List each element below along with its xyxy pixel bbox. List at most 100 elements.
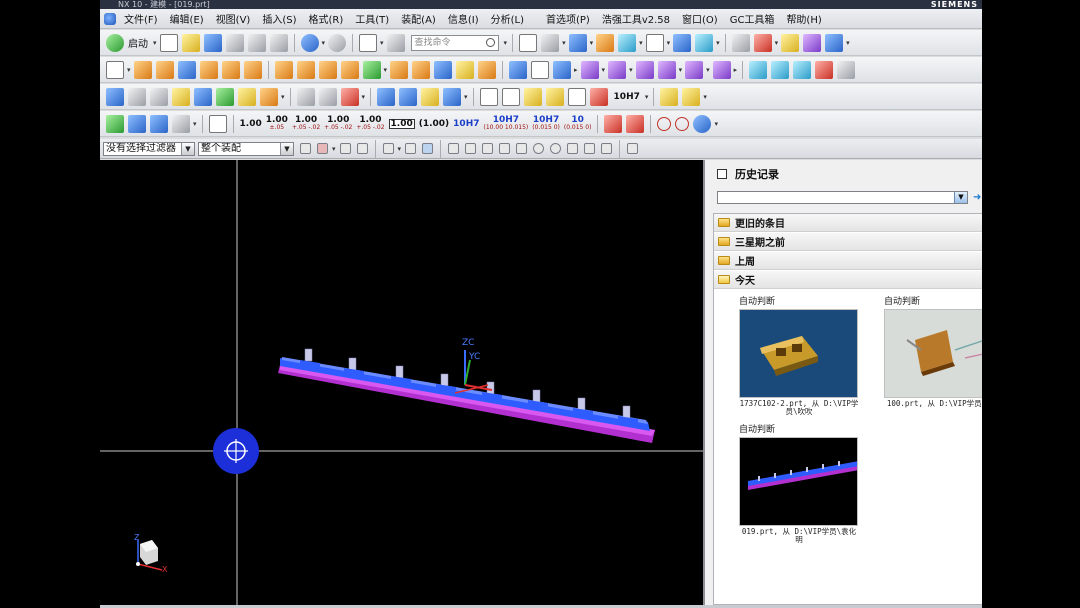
fit-button-1[interactable]: 10H7: [453, 119, 479, 128]
snap-circle-icon[interactable]: [533, 143, 545, 154]
mirror-icon[interactable]: [553, 60, 572, 79]
history-entry[interactable]: 自动判断 1737C102-2.prt, 从 D:\VIP学员\吹吹: [739, 294, 859, 416]
offset-face-icon[interactable]: [478, 60, 497, 79]
menu-analysis[interactable]: 分析(L): [485, 11, 530, 26]
cylindricity-icon[interactable]: [675, 116, 690, 131]
solid-filter-icon[interactable]: [405, 143, 417, 154]
check-icon[interactable]: [106, 114, 124, 133]
measure-icon[interactable]: [803, 33, 822, 52]
surface-icon-2[interactable]: [771, 60, 790, 79]
history-group-three-weeks[interactable]: 三星期之前: [714, 233, 982, 251]
render-style-icon[interactable]: [541, 33, 560, 52]
surface-icon-3[interactable]: [793, 60, 812, 79]
weld-symbol-icon[interactable]: [682, 87, 701, 106]
fit-view-icon[interactable]: [519, 33, 538, 52]
snap-endpoint-icon[interactable]: [448, 143, 460, 154]
thicken-icon[interactable]: [531, 60, 550, 79]
intersect-icon[interactable]: [318, 60, 337, 79]
shell-icon[interactable]: [434, 60, 453, 79]
weld-icon[interactable]: [660, 87, 679, 106]
mold-icon-5[interactable]: [685, 60, 704, 79]
fit-button-2[interactable]: 10H7 (10.00 10.015): [484, 115, 529, 132]
cylinder-tool-icon[interactable]: [377, 87, 396, 106]
wcs-triad[interactable]: ZC YC: [454, 338, 493, 394]
menu-format[interactable]: 格式(R): [303, 11, 350, 26]
tolerance-button-3[interactable]: 1.00 +.05 -.02: [292, 115, 320, 132]
group-icon[interactable]: [238, 87, 256, 106]
table-icon[interactable]: [501, 87, 520, 106]
menu-window[interactable]: 窗口(O): [676, 11, 724, 26]
fixture-part[interactable]: [278, 348, 655, 443]
surface-icon-1[interactable]: [749, 60, 768, 79]
touch-mode-icon[interactable]: [386, 33, 405, 52]
menu-haoqiang-tools[interactable]: 浩强工具v2.58: [596, 11, 676, 26]
snap-point-icon[interactable]: [567, 143, 579, 154]
parts-list-icon[interactable]: [545, 87, 564, 106]
move-layer-icon[interactable]: [695, 33, 714, 52]
link-icon[interactable]: [172, 87, 190, 106]
history-filter-select[interactable]: ▼: [717, 191, 968, 204]
draft-icon[interactable]: [456, 60, 475, 79]
ring-icon[interactable]: [421, 87, 440, 106]
layer-icon[interactable]: [673, 33, 692, 52]
triangle-icon[interactable]: [479, 87, 498, 106]
sketch-icon[interactable]: [106, 60, 124, 79]
surface-icon-4[interactable]: [815, 60, 834, 79]
grid-icon[interactable]: [523, 87, 542, 106]
move-object-icon[interactable]: [194, 87, 212, 106]
fit-button-4[interactable]: 10 (0.015 0): [564, 115, 592, 132]
window-icon[interactable]: [359, 33, 378, 52]
cut-icon[interactable]: [225, 33, 244, 52]
weld-annotation-icon[interactable]: [626, 114, 645, 133]
pen-icon[interactable]: [399, 87, 418, 106]
menu-preferences[interactable]: 首选项(P): [540, 11, 596, 26]
wave-icon[interactable]: [753, 33, 772, 52]
attribute-icon[interactable]: [260, 87, 278, 106]
tolerance-button-5[interactable]: 1.00 +.05 -.02: [356, 115, 384, 132]
menu-edit[interactable]: 编辑(E): [164, 11, 210, 26]
rect-select-icon[interactable]: [382, 143, 394, 154]
select-method-icon[interactable]: [317, 143, 328, 154]
chamfer-icon[interactable]: [412, 60, 431, 79]
surface-finish-icon[interactable]: [604, 114, 623, 133]
dimension-style-icon[interactable]: [172, 114, 190, 133]
mold-icon-6[interactable]: [712, 60, 731, 79]
menu-tools[interactable]: 工具(T): [349, 11, 395, 26]
tolerance-button-4[interactable]: 1.00 +.05 -.02: [324, 115, 352, 132]
edge-blend-icon[interactable]: [390, 60, 409, 79]
grid-edit-icon[interactable]: [150, 114, 168, 133]
menu-help[interactable]: 帮助(H): [780, 11, 827, 26]
redo-icon[interactable]: [328, 33, 347, 52]
part-list-icon[interactable]: [150, 87, 168, 106]
mold-icon-2[interactable]: [608, 60, 627, 79]
datum-icon[interactable]: [208, 114, 227, 133]
extrude-icon[interactable]: [133, 60, 152, 79]
face-filter-icon[interactable]: [422, 143, 434, 154]
fit-tolerance-label[interactable]: 10H7: [614, 92, 640, 101]
menu-information[interactable]: 信息(I): [442, 11, 485, 26]
snap-face-icon[interactable]: [601, 143, 613, 154]
layer-settings-icon[interactable]: [128, 87, 146, 106]
copy-icon[interactable]: [247, 33, 266, 52]
back-arrow-icon[interactable]: [693, 114, 712, 133]
surface-icon-5[interactable]: [837, 60, 856, 79]
command-search-input[interactable]: 查找命令: [410, 34, 499, 51]
tolerance-button-basic[interactable]: 1.00: [388, 118, 415, 129]
hole-icon[interactable]: [221, 60, 240, 79]
tolerance-button-1[interactable]: 1.00: [240, 119, 262, 128]
menu-gc-toolkit[interactable]: GC工具箱: [724, 11, 781, 26]
snap-off-icon[interactable]: [627, 143, 639, 154]
save-icon[interactable]: [203, 33, 222, 52]
trim-body-icon[interactable]: [362, 60, 381, 79]
transform-icon[interactable]: [216, 87, 234, 106]
graphics-viewport[interactable]: ZC YC Z X: [100, 160, 703, 605]
filter-reset-icon[interactable]: [300, 143, 311, 154]
snap-arc-center-icon[interactable]: [516, 143, 528, 154]
revolve-icon[interactable]: [155, 60, 174, 79]
undo-icon[interactable]: [300, 33, 319, 52]
paste-icon[interactable]: [269, 33, 288, 52]
view-origin-marker[interactable]: [213, 428, 259, 474]
back-arrow-icon[interactable]: ➜: [973, 193, 982, 203]
background-icon[interactable]: [645, 33, 664, 52]
diameter-icon[interactable]: [657, 116, 672, 131]
